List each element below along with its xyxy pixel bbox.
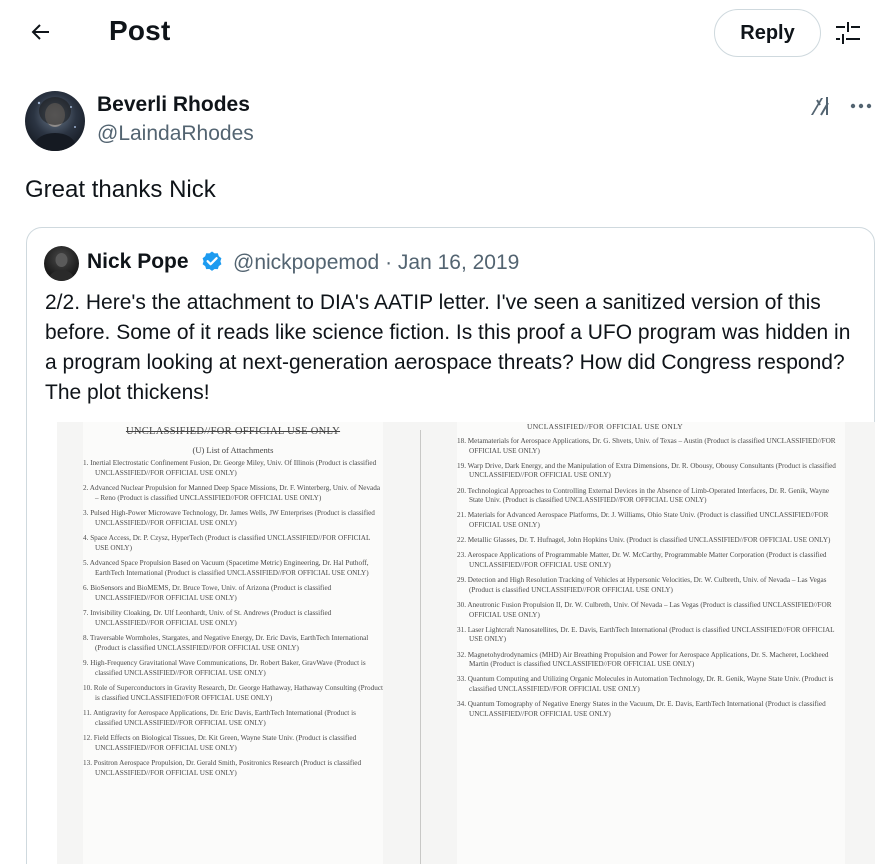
quoted-author-avatar[interactable]: [44, 246, 79, 281]
document-item: 31. Laser Lightcraft Nanosatellites, Dr.…: [457, 625, 835, 644]
document-header-right: UNCLASSIFIED//FOR OFFICIAL USE ONLY: [527, 422, 683, 431]
sliders-icon: [836, 22, 860, 44]
document-item: 7. Invisibility Cloaking, Dr. Ulf Leonha…: [83, 609, 332, 627]
document-item: 32. Magnetohydrodynamics (MHD) Air Breat…: [457, 650, 829, 669]
document-item: 12. Field Effects on Biological Tissues,…: [83, 734, 357, 752]
document-right-list: 18. Metamaterials for Aerospace Applicat…: [457, 437, 845, 719]
more-options-button[interactable]: [846, 92, 876, 120]
settings-button[interactable]: [832, 17, 864, 49]
author-handle[interactable]: @LaindaRhodes: [97, 122, 254, 146]
document-subheader: (U) List of Attachments: [192, 445, 274, 455]
document-item: 21. Materials for Advanced Aerospace Pla…: [457, 511, 829, 529]
document-divider: [420, 430, 421, 864]
avatar-image: [35, 97, 76, 151]
document-item: 10. Role of Superconductors in Gravity R…: [83, 684, 384, 702]
document-page-right: UNCLASSIFIED//FOR OFFICIAL USE ONLY 18. …: [457, 422, 845, 864]
document-item: 5. Advanced Space Propulsion Based on Va…: [83, 559, 369, 577]
document-item: 18. Metamaterials for Aerospace Applicat…: [457, 437, 836, 455]
quoted-author-name[interactable]: Nick Pope: [87, 250, 189, 274]
document-item: 8. Traversable Wormholes, Stargates, and…: [83, 634, 369, 652]
document-item: 33. Quantum Computing and Utilizing Orga…: [457, 675, 834, 693]
page-title: Post: [109, 15, 171, 46]
document-left-list: 1. Inertial Electrostatic Confinement Fu…: [83, 459, 383, 778]
top-bar: Post Reply: [0, 0, 889, 68]
grok-icon: [811, 97, 829, 116]
document-item: 19. Warp Drive, Dark Energy, and the Man…: [457, 461, 836, 480]
document-item: 34. Quantum Tomography of Negative Energ…: [457, 700, 826, 718]
quoted-post-text: 2/2. Here's the attachment to DIA's AATI…: [45, 291, 851, 404]
document-item: 2. Advanced Nuclear Propulsion for Manne…: [83, 484, 381, 502]
document-header: UNCLASSIFIED//FOR OFFICIAL USE ONLY: [125, 426, 341, 437]
back-button[interactable]: [22, 14, 58, 50]
author-name[interactable]: Beverli Rhodes: [97, 93, 250, 117]
document-page-left: UNCLASSIFIED//FOR OFFICIAL USE ONLY (U) …: [83, 422, 383, 864]
document-item: 1. Inertial Electrostatic Confinement Fu…: [83, 459, 377, 477]
grok-button[interactable]: [806, 92, 836, 120]
document-item: 9. High-Frequency Gravitational Wave Com…: [83, 659, 366, 677]
document-item: 3. Pulsed High-Power Microwave Technolog…: [83, 509, 375, 527]
document-item: 13. Positron Aerospace Propulsion, Dr. G…: [83, 759, 362, 777]
document-item: 22. Metallic Glasses, Dr. T. Hufnagel, J…: [457, 536, 831, 545]
document-item: 11. Antigravity for Aerospace Applicatio…: [83, 709, 356, 727]
avatar[interactable]: [25, 91, 85, 151]
document-item: 4. Space Access, Dr. P. Czysz, HyperTech…: [83, 534, 371, 552]
arrow-left-icon: [31, 24, 49, 40]
document-item: 6. BioSensors and BioMEMS, Dr. Bruce Tow…: [83, 584, 332, 602]
quoted-avatar-image: [49, 253, 74, 281]
attached-document-image[interactable]: UNCLASSIFIED//FOR OFFICIAL USE ONLY (U) …: [57, 422, 875, 864]
document-item: 20. Technological Approaches to Controll…: [457, 486, 830, 505]
more-horizontal-icon: [850, 103, 872, 109]
document-item: 23. Aerospace Applications of Programmab…: [457, 551, 827, 569]
document-item: 30. Aneutronic Fusion Propulsion II, Dr.…: [457, 601, 832, 619]
document-item: 29. Detection and High Resolution Tracki…: [457, 576, 827, 594]
quoted-author-handle[interactable]: @nickpopemod · Jan 16, 2019: [233, 251, 519, 275]
reply-button[interactable]: Reply: [714, 9, 821, 57]
verified-badge-icon: [200, 250, 224, 274]
post-text: Great thanks Nick: [25, 176, 216, 203]
